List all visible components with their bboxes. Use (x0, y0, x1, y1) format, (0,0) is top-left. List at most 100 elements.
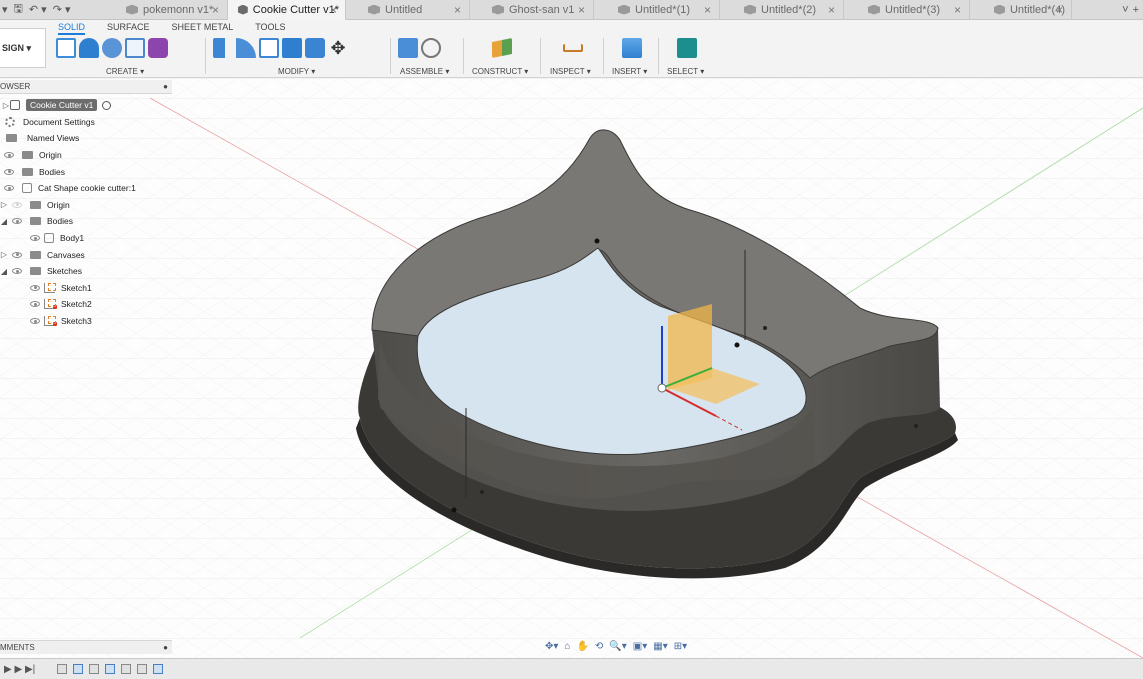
eye-icon[interactable] (12, 218, 22, 225)
pin-icon[interactable]: ● (163, 643, 168, 652)
tab-pokemonn[interactable]: pokemonn v1* × (116, 0, 228, 20)
vertex-point[interactable] (763, 326, 767, 330)
zoom-icon[interactable]: ⟲ (595, 641, 603, 652)
grid-settings-icon[interactable]: ▦▾ (653, 641, 667, 652)
create-menu[interactable]: CREATE ▾ (106, 67, 144, 76)
measure-icon[interactable] (563, 44, 583, 52)
tree-item-origin-sub[interactable]: ▷ Origin (0, 197, 172, 214)
tab-untitled-4[interactable]: Untitled*(4) × (970, 0, 1072, 20)
eye-icon[interactable] (30, 301, 40, 308)
tree-item-bodies[interactable]: Bodies (0, 163, 172, 180)
tree-item-sketches[interactable]: ◢ Sketches (0, 263, 172, 280)
timeline-sketch-icon[interactable] (73, 664, 84, 674)
eye-icon[interactable] (30, 284, 40, 291)
tree-item-cat-shape[interactable]: Cat Shape cookie cutter:1 (0, 180, 172, 197)
pattern-icon[interactable] (125, 38, 145, 58)
tree-item-sketch1[interactable]: Sketch1 (0, 280, 172, 297)
eye-icon[interactable] (4, 185, 14, 192)
split-body-icon[interactable] (305, 38, 325, 58)
zoom-window-icon[interactable]: 🔍▾ (609, 641, 626, 652)
vertex-point[interactable] (914, 424, 918, 428)
eye-icon[interactable] (12, 201, 22, 208)
viewports-icon[interactable]: ⊞▾ (674, 641, 687, 652)
pin-icon[interactable]: ● (163, 82, 168, 91)
new-tab-plus-icon[interactable]: + (1133, 4, 1139, 16)
workspace-switcher[interactable]: SIGN ▾ (0, 28, 46, 68)
extrude-icon[interactable] (79, 38, 99, 58)
save-icon[interactable]: 🖫 (14, 0, 23, 19)
create-sketch-icon[interactable] (56, 38, 76, 58)
vertex-point[interactable] (594, 238, 600, 244)
form-icon[interactable] (148, 38, 168, 58)
undo-button[interactable]: ↶ ▾ (29, 3, 47, 16)
timeline-extrude-icon[interactable] (105, 664, 116, 674)
expand-arrow-icon[interactable]: ▷ (2, 101, 10, 110)
tree-item-canvases[interactable]: ▷ Canvases (0, 246, 172, 263)
orbit-icon[interactable]: ✥▾ (545, 641, 558, 652)
insert-image-icon[interactable] (622, 38, 642, 58)
tab-untitled-2[interactable]: Untitled*(2) × (720, 0, 844, 20)
tree-item-origin[interactable]: Origin (0, 147, 172, 164)
expand-arrow-icon[interactable]: ▷ (0, 200, 8, 209)
eye-icon[interactable] (4, 152, 14, 159)
tab-cookie-cutter[interactable]: Cookie Cutter v1* × (228, 0, 346, 20)
redo-button[interactable]: ↷ ▾ (53, 3, 71, 16)
combine-icon[interactable] (282, 38, 302, 58)
close-icon[interactable]: × (454, 3, 461, 17)
tree-item-bodies-sub[interactable]: ◢ Bodies (0, 213, 172, 230)
display-settings-icon[interactable]: ▣▾ (633, 641, 647, 652)
close-icon[interactable]: × (1056, 3, 1063, 17)
timeline-feature-icon[interactable] (89, 664, 100, 674)
eye-icon[interactable] (4, 168, 14, 175)
tab-list-chevron-icon[interactable]: ˅ (1122, 4, 1128, 16)
select-icon[interactable] (677, 38, 697, 58)
collapse-arrow-icon[interactable]: ◢ (0, 267, 8, 276)
new-component-icon[interactable] (398, 38, 418, 58)
offset-plane-icon[interactable] (492, 38, 512, 58)
menu-chevron-icon[interactable]: ▾ (2, 3, 8, 16)
vertex-point[interactable] (480, 490, 484, 494)
timeline-feature-icon[interactable] (57, 664, 68, 674)
insert-menu[interactable]: INSERT ▾ (612, 67, 647, 76)
tree-item-named-views[interactable]: Named Views (0, 130, 172, 147)
expand-arrow-icon[interactable]: ▷ (0, 250, 8, 259)
timeline-feature-icon[interactable] (121, 664, 132, 674)
collapse-arrow-icon[interactable]: ◢ (0, 217, 8, 226)
joint-icon[interactable] (421, 38, 441, 58)
eye-icon[interactable] (12, 251, 22, 258)
vertex-point[interactable] (734, 342, 740, 348)
construct-menu[interactable]: CONSTRUCT ▾ (472, 67, 528, 76)
activate-radio-icon[interactable] (102, 100, 112, 110)
move-icon[interactable]: ✥ (328, 38, 348, 58)
timeline-playback-controls[interactable]: ▶ ▶ ▶| (4, 664, 35, 675)
assemble-menu[interactable]: ASSEMBLE ▾ (400, 67, 449, 76)
timeline-marker-icon[interactable] (153, 664, 164, 674)
revolve-icon[interactable] (102, 38, 122, 58)
home-view-icon[interactable]: ⌂ (564, 641, 570, 652)
eye-icon[interactable] (30, 235, 40, 242)
close-icon[interactable]: × (704, 3, 711, 17)
close-icon[interactable]: × (578, 3, 585, 17)
tree-item-sketch2[interactable]: Sketch2 (0, 296, 172, 313)
timeline-feature-icon[interactable] (137, 664, 148, 674)
tree-item-sketch3[interactable]: Sketch3 (0, 313, 172, 330)
eye-icon[interactable] (30, 318, 40, 325)
origin-point[interactable] (657, 383, 667, 393)
tree-root[interactable]: ▷ Cookie Cutter v1 (0, 97, 172, 114)
tab-untitled-3[interactable]: Untitled*(3) × (844, 0, 970, 20)
tab-surface[interactable]: SURFACE (107, 22, 150, 35)
select-menu[interactable]: SELECT ▾ (667, 67, 704, 76)
tree-item-body1[interactable]: Body1 (0, 230, 172, 247)
tree-item-document-settings[interactable]: Document Settings (0, 114, 172, 131)
close-icon[interactable]: × (828, 3, 835, 17)
tab-untitled-1[interactable]: Untitled*(1) × (594, 0, 720, 20)
close-icon[interactable]: × (954, 3, 961, 17)
close-icon[interactable]: × (212, 3, 219, 17)
vertex-point[interactable] (451, 507, 457, 513)
pan-icon[interactable]: ✋ (576, 641, 588, 652)
comments-panel[interactable]: MMENTS ● (0, 640, 172, 654)
shell-icon[interactable] (259, 38, 279, 58)
fillet-icon[interactable] (236, 38, 256, 58)
close-icon[interactable]: × (330, 3, 337, 17)
tab-ghost-san[interactable]: Ghost-san v1 × (470, 0, 594, 20)
